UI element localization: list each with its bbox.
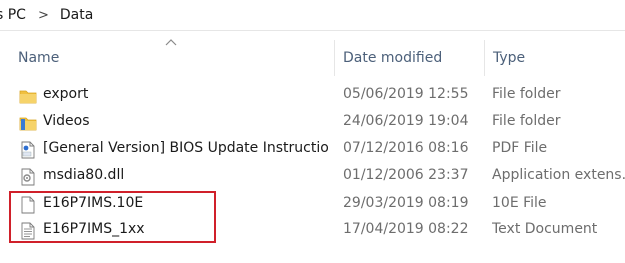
breadcrumb-item-this-pc[interactable]: s PC (0, 7, 26, 23)
file-date-modified: 17/04/2019 08:22 (343, 221, 469, 237)
column-divider[interactable] (334, 40, 335, 76)
file-type: 10E File (492, 195, 547, 211)
videos-folder-icon (19, 117, 37, 131)
file-name: msdia80.dll (43, 167, 125, 183)
file-date-modified: 24/06/2019 19:04 (343, 113, 469, 129)
column-header-name[interactable]: Name (18, 50, 59, 66)
pdf-file-icon (21, 141, 35, 159)
file-explorer-window: s PC > Data Name Date modified Type expo… (0, 0, 625, 263)
file-date-modified: 05/06/2019 12:55 (343, 86, 469, 102)
dll-file-icon (21, 168, 35, 186)
file-name: [General Version] BIOS Update Instructio… (43, 140, 328, 156)
text-file-icon (21, 222, 35, 240)
column-header-type[interactable]: Type (493, 50, 525, 66)
file-row-pdf[interactable]: [General Version] BIOS Update Instructio… (0, 136, 625, 163)
column-header-row: Name Date modified Type (0, 39, 625, 76)
generic-file-icon (21, 196, 35, 214)
folder-icon (19, 90, 37, 104)
file-type: File folder (492, 86, 561, 102)
column-header-date-modified[interactable]: Date modified (343, 50, 442, 66)
file-name: E16P7IMS.10E (43, 195, 144, 211)
file-date-modified: 07/12/2016 08:16 (343, 140, 469, 156)
file-type: File folder (492, 113, 561, 129)
file-name: E16P7IMS_1xx (43, 221, 145, 237)
file-row-export[interactable]: export 05/06/2019 12:55 File folder (0, 82, 625, 109)
file-type: Text Document (492, 221, 598, 237)
file-date-modified: 01/12/2006 23:37 (343, 167, 469, 183)
file-name: export (43, 86, 89, 102)
file-date-modified: 29/03/2019 08:19 (343, 195, 469, 211)
breadcrumb-item-data[interactable]: Data (60, 7, 93, 23)
file-row-videos[interactable]: Videos 24/06/2019 19:04 File folder (0, 109, 625, 136)
column-divider[interactable] (484, 40, 485, 76)
file-row-10e[interactable]: E16P7IMS.10E 29/03/2019 08:19 10E File (0, 191, 625, 218)
file-row-dll[interactable]: msdia80.dll 01/12/2006 23:37 Application… (0, 163, 625, 190)
breadcrumb-separator-icon[interactable]: > (38, 8, 49, 23)
file-name: Videos (43, 113, 90, 129)
sort-ascending-icon (165, 39, 177, 46)
file-type: PDF File (492, 140, 548, 156)
address-bar[interactable]: s PC > Data (0, 0, 625, 31)
file-row-text[interactable]: E16P7IMS_1xx 17/04/2019 08:22 Text Docum… (0, 217, 625, 244)
file-type: Application extens... (492, 167, 625, 183)
